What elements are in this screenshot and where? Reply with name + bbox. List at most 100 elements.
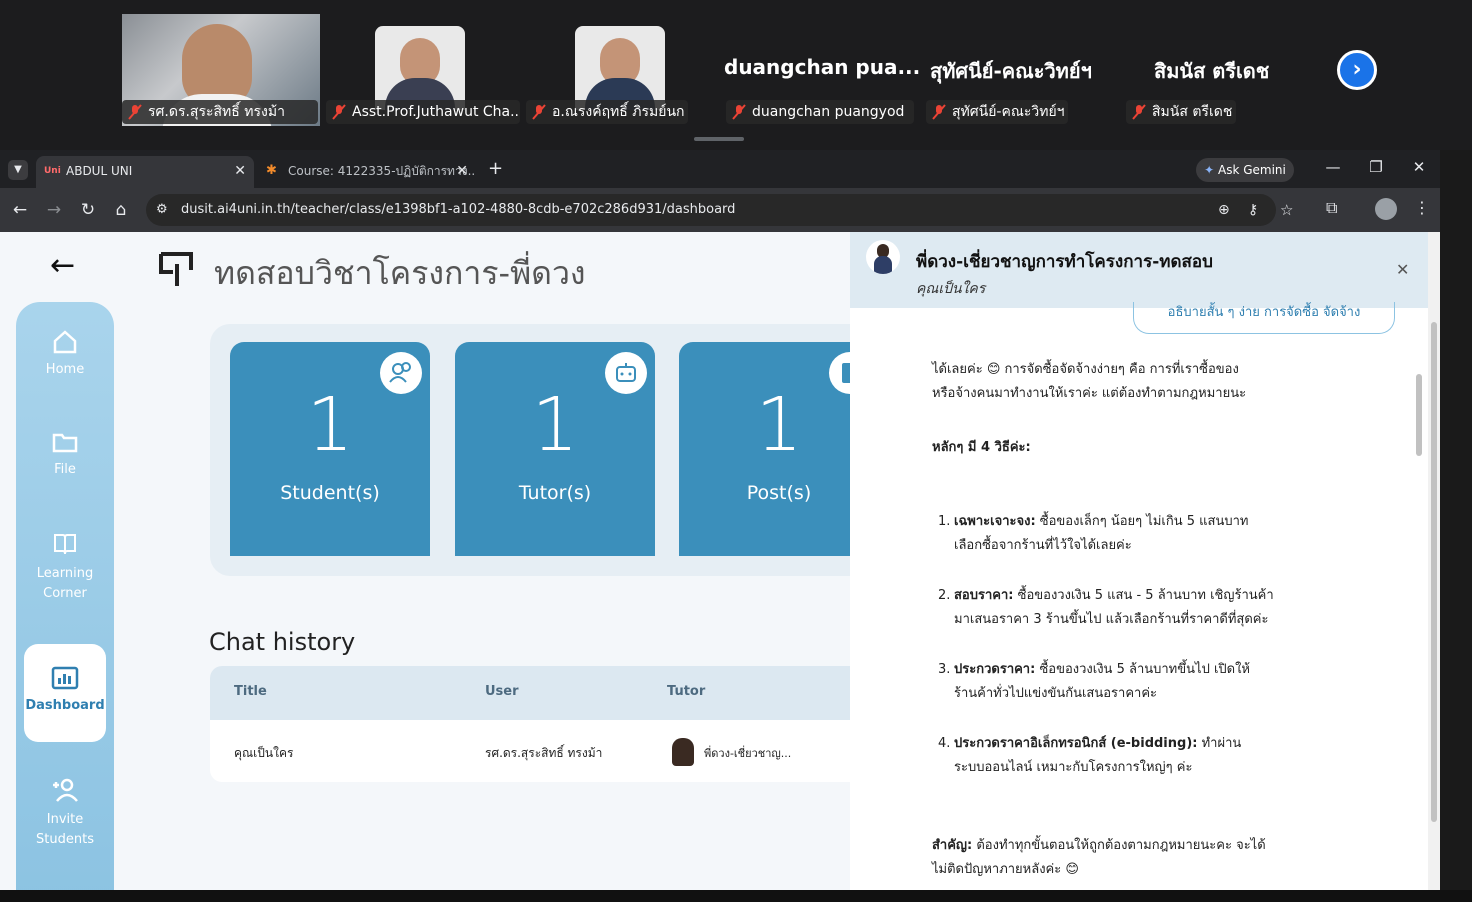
sidebar-item-invite-students[interactable]: Invite Students <box>16 776 114 850</box>
bookmark-star-icon[interactable]: ☆ <box>1280 194 1293 226</box>
list-item-term: เฉพาะเจาะจง: <box>954 514 1036 529</box>
table-header: Title User Tutor <box>210 666 910 720</box>
sparkle-icon: ✦ <box>1204 163 1218 177</box>
close-tab-icon[interactable]: ✕ <box>456 156 468 186</box>
page-indicator <box>694 137 744 141</box>
list-item-text: มาเสนอราคา 3 ร้านขึ้นไป แล้วเลือกร้านที่… <box>954 612 1269 627</box>
browser-toolbar: ← → ↻ ⌂ ⚙ dusit.ai4uni.in.th/teacher/cla… <box>0 188 1440 232</box>
class-logo-icon <box>159 252 193 286</box>
stat-value: 1 <box>531 382 579 468</box>
chat-tutor-name: พี่ดวง-เชี่ยวชาญการทำโครงการ-ทดสอบ <box>916 252 1213 272</box>
list-item-text: ร้านค้าทั่วไปแข่งขันกันเสนอราคาค่ะ <box>954 686 1157 701</box>
stat-card-posts[interactable]: 1 Post(s) <box>679 342 879 556</box>
list-number: 1. <box>938 514 951 529</box>
tutor-avatar <box>866 240 900 274</box>
url-text: dusit.ai4uni.in.th/teacher/class/e1398bf… <box>181 202 736 217</box>
list-item-term: ประกวดราคา: <box>954 662 1036 677</box>
sidebar-item-home[interactable]: Home <box>16 328 114 377</box>
reload-icon[interactable]: ↻ <box>77 200 99 220</box>
participant-name: อ.ณรงค์ฤทธิ์ ภิรมย์นก <box>552 104 685 120</box>
tab-search-button[interactable]: ▼ <box>8 160 28 180</box>
close-window-button[interactable]: ✕ <box>1404 158 1434 176</box>
chat-scrollbar[interactable] <box>1414 312 1424 890</box>
participant-avatar-2[interactable] <box>375 26 465 110</box>
screen-bottom-edge <box>0 890 1472 902</box>
restore-button[interactable]: ❐ <box>1361 158 1391 176</box>
list-item-text: ซื้อของวงเงิน 5 แสน - 5 ล้านบาท เชิญร้าน… <box>1013 588 1274 603</box>
extensions-icon[interactable]: ⧉ <box>1326 198 1337 218</box>
book-icon <box>54 534 76 555</box>
stat-label: Student(s) <box>280 482 380 504</box>
list-item-text: ระบบออนไลน์ เหมาะกับโครงการใหญ่ๆ ค่ะ <box>954 760 1193 775</box>
list-number: 4. <box>938 736 951 751</box>
participant-name: สิมนัส ตรีเดช <box>1152 104 1233 120</box>
participant-name-chip: สุทัศนีย์-คณะวิทย์ฯ <box>926 100 1068 124</box>
sidebar: Home File Learning Corner Dashboard Invi… <box>16 302 114 890</box>
stat-value: 1 <box>755 382 803 468</box>
site-info-icon[interactable]: ⚙ <box>156 194 168 226</box>
zoom-icon[interactable]: ⊕ <box>1218 194 1230 226</box>
participant-name: สุทัศนีย์-คณะวิทย์ฯ <box>952 104 1065 120</box>
sidebar-item-file[interactable]: File <box>16 428 114 477</box>
back-arrow-icon[interactable]: ← <box>50 248 75 283</box>
participant-tile-name[interactable]: สุทัศนีย์-คณะวิทย์ฯ <box>930 55 1092 87</box>
key-icon[interactable]: ⚷ <box>1248 194 1258 226</box>
page-scrollbar[interactable] <box>1428 232 1440 890</box>
cell-tutor: พี่ดวง-เชี่ยวชาญ... <box>704 747 792 760</box>
participant-tile-name[interactable]: duangchan pua... <box>724 55 920 79</box>
ask-gemini-label: Ask Gemini <box>1218 163 1286 177</box>
participant-name-chip: สิมนัส ตรีเดช <box>1126 100 1236 124</box>
mic-off-icon <box>732 104 746 120</box>
ask-gemini-button[interactable]: ✦ Ask Gemini <box>1196 158 1294 182</box>
close-chat-icon[interactable]: ✕ <box>1396 260 1409 279</box>
participant-avatar-3[interactable] <box>575 26 665 110</box>
important-label: สำคัญ: <box>932 838 973 853</box>
stat-value: 1 <box>306 382 354 468</box>
sidebar-item-label: Home <box>45 362 85 377</box>
participant-tile-name[interactable]: สิมนัส ตรีเดช <box>1154 55 1269 87</box>
chat-history-title: Chat history <box>209 628 356 656</box>
tab-label: Course: 4122335-ปฏิบัติการทาง... <box>288 164 476 178</box>
chat-subtitle: คุณเป็นใคร <box>916 281 986 297</box>
mic-off-icon <box>1132 104 1146 120</box>
stat-label: Tutor(s) <box>518 482 592 504</box>
bot-message-heading: หลักๆ มี 4 วิธีค่ะ: <box>932 440 1031 455</box>
list-item-term: สอบราคา: <box>954 588 1014 603</box>
tab-label: ABDUL UNI <box>66 164 133 178</box>
meeting-participants-strip: รศ.ดร.สุระสิทธิ์ ทรงม้า Asst.Prof.Juthaw… <box>0 0 1472 150</box>
bot-message-line: ไม่ติดปัญหาภายหลังค่ะ 😊 <box>932 862 1079 877</box>
participant-name-chip: อ.ณรงค์ฤทธิ์ ภิรมย์นก <box>526 100 688 124</box>
stat-label: Post(s) <box>746 482 812 504</box>
chat-panel: พี่ดวง-เชี่ยวชาญการทำโครงการ-ทดสอบ คุณเป… <box>850 232 1428 890</box>
chat-history-table: Title User Tutor คุณเป็นใคร รศ.ดร.สุระสิ… <box>210 666 910 782</box>
next-participants-button[interactable]: › <box>1337 50 1377 90</box>
tab-course[interactable]: ✱ Course: 4122335-ปฏิบัติการทาง... ✕ <box>258 156 476 188</box>
column-header-tutor: Tutor <box>667 684 706 699</box>
home-icon <box>53 330 77 354</box>
participant-name: รศ.ดร.สุระสิทธิ์ ทรงม้า <box>148 104 285 120</box>
tab-abdul-uni[interactable]: Uni ABDUL UNI ✕ <box>36 156 254 188</box>
sidebar-item-learning-corner[interactable]: Learning Corner <box>16 530 114 604</box>
uni-favicon-icon: Uni <box>44 166 61 176</box>
forward-icon[interactable]: → <box>43 200 65 220</box>
list-item-text: ซื้อของเล็กๆ น้อยๆ ไม่เกิน 5 แสนบาท <box>1035 514 1249 529</box>
profile-avatar[interactable] <box>1375 198 1397 220</box>
address-bar[interactable]: ⚙ dusit.ai4uni.in.th/teacher/class/e1398… <box>146 194 1293 226</box>
chevron-down-icon: ▼ <box>14 164 22 175</box>
sidebar-item-label: File <box>54 462 76 477</box>
folder-icon <box>52 433 78 453</box>
sidebar-item-dashboard[interactable]: Dashboard <box>24 644 106 742</box>
stat-card-tutors[interactable]: 1 Tutor(s) <box>455 342 655 556</box>
list-number: 2. <box>938 588 951 603</box>
close-tab-icon[interactable]: ✕ <box>234 156 246 186</box>
back-icon[interactable]: ← <box>9 200 31 220</box>
column-header-user: User <box>485 684 519 699</box>
menu-kebab-icon[interactable]: ⋮ <box>1414 198 1430 217</box>
home-icon[interactable]: ⌂ <box>110 200 132 220</box>
minimize-button[interactable]: — <box>1318 158 1348 176</box>
new-tab-button[interactable]: + <box>488 158 503 179</box>
column-header-title: Title <box>234 684 267 699</box>
chat-header: พี่ดวง-เชี่ยวชาญการทำโครงการ-ทดสอบ คุณเป… <box>850 232 1428 308</box>
page-title: ทดสอบวิชาโครงการ-พี่ดวง <box>214 254 586 292</box>
stat-card-students[interactable]: 1 Student(s) <box>230 342 430 556</box>
